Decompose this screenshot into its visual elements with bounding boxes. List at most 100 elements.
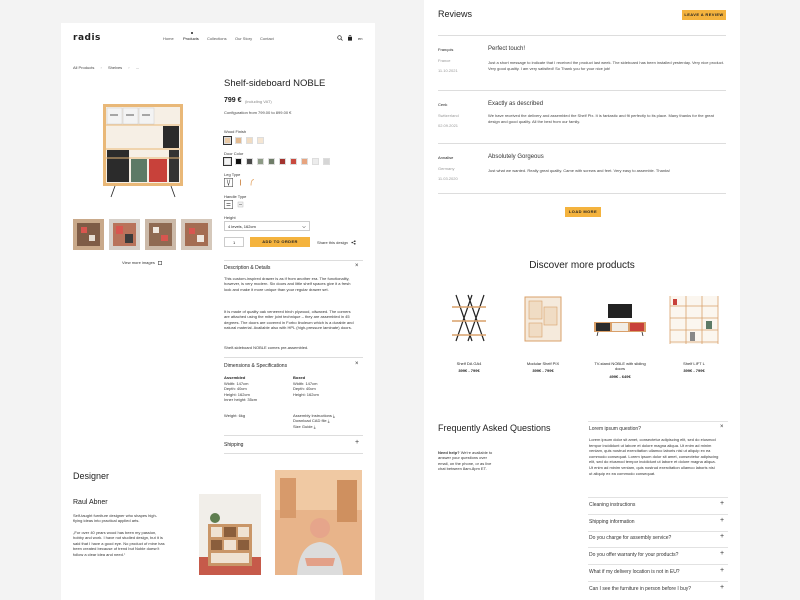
door-color-swatch[interactable] [223, 157, 232, 166]
leg-option-straight[interactable] [236, 178, 245, 187]
height-select-value: 4 levels, 162cm [228, 224, 256, 229]
wood-swatch[interactable] [223, 136, 232, 145]
faq-question[interactable]: Can I see the furniture in person before… [589, 586, 691, 592]
faq-question[interactable]: What if my delivery location is not in E… [589, 569, 680, 575]
product-price: 399€ - 799€ [458, 368, 480, 373]
plus-icon[interactable]: + [720, 584, 724, 591]
designer-name: Raul Abner [73, 499, 108, 506]
close-icon[interactable]: × [720, 424, 724, 430]
door-color-swatch[interactable] [257, 158, 264, 165]
nav-products[interactable]: Products [183, 32, 199, 41]
product-main-image[interactable] [101, 103, 185, 198]
faq-help-title: Need help? [438, 450, 460, 455]
door-color-swatch[interactable] [246, 158, 253, 165]
breadcrumb-shelves[interactable]: Shelves [108, 65, 122, 70]
door-color-label: Door Color [224, 151, 244, 156]
reviewer-name: Annalise [438, 155, 454, 160]
product-name[interactable]: Shelf DA GA4 [441, 361, 497, 366]
plus-icon[interactable]: + [720, 533, 724, 540]
product-image-tv-stand-noble[interactable] [592, 302, 648, 336]
height-label: Height [224, 215, 236, 220]
leave-review-button[interactable]: LEAVE A REVIEW [682, 10, 726, 20]
plus-icon[interactable]: + [720, 567, 724, 574]
share-link[interactable]: Share this design [317, 240, 356, 246]
product-name[interactable]: TV-stand NOBLE with sliding doors [590, 361, 650, 372]
door-color-swatch[interactable] [323, 158, 330, 165]
product-image-shelf-lift-l[interactable] [668, 294, 720, 346]
handle-option-1[interactable] [224, 200, 233, 209]
handle-option-2[interactable] [236, 200, 245, 209]
product-image-shelf-da-ga4[interactable] [448, 293, 490, 343]
quantity-stepper[interactable]: 1 [224, 237, 244, 247]
nav-home[interactable]: Home [163, 36, 174, 41]
thumbnail-2[interactable] [109, 219, 140, 250]
reviewer-name: François [438, 47, 454, 52]
divider [438, 143, 726, 144]
faq-question-open[interactable]: Lorem ipsum question? [589, 426, 641, 432]
designer-heading: Designer [73, 471, 110, 481]
dimensions-heading[interactable]: Dimensions & Specifications [224, 363, 287, 370]
cart-icon[interactable] [347, 35, 353, 41]
product-name[interactable]: Modular Shelf PIX [515, 361, 571, 366]
description-heading[interactable]: Description & Details [224, 265, 270, 272]
door-color-swatch[interactable] [268, 158, 275, 165]
breadcrumb-all-products[interactable]: All Products [73, 65, 94, 70]
plus-icon[interactable]: + [355, 439, 359, 446]
thumbnail-4[interactable] [181, 219, 212, 250]
plus-icon[interactable]: + [720, 500, 724, 507]
divider [588, 547, 728, 548]
handle-type-label: Handle Type [224, 194, 247, 199]
faq-question[interactable]: Shipping information [589, 519, 635, 525]
height-select[interactable]: 4 levels, 162cm [224, 221, 310, 231]
description-paragraph-3: Shelf-sideboard NOBLE comes pre-assemble… [224, 345, 309, 350]
product-price: 499€ - 649€ [609, 374, 631, 379]
door-color-swatch[interactable] [301, 158, 308, 165]
faq-heading: Frequently Asked Questions [438, 423, 551, 433]
divider [438, 193, 726, 194]
brand-logo[interactable]: radis [73, 33, 101, 43]
door-color-swatch[interactable] [235, 158, 242, 165]
close-icon[interactable]: × [355, 361, 359, 367]
divider [588, 514, 728, 515]
nav-contact[interactable]: Contact [260, 36, 274, 41]
product-title: Shelf-sideboard NOBLE [224, 78, 326, 89]
nav-collections[interactable]: Collections [207, 36, 227, 41]
leg-option-hairpin[interactable] [224, 178, 233, 187]
review-body: We have received the delivery and assemb… [488, 113, 714, 124]
search-icon[interactable] [337, 35, 343, 41]
wood-swatch[interactable] [257, 137, 264, 144]
review-body: Just what we wanted. Really great qualit… [488, 168, 671, 173]
language-switch[interactable]: en [358, 36, 362, 41]
review-title: Absolutely Gorgeous [488, 154, 544, 160]
review-date: 11.10.2021 [438, 68, 458, 73]
door-color-swatch[interactable] [290, 158, 297, 165]
add-to-order-button[interactable]: ADD TO ORDER [250, 237, 310, 247]
wood-swatch[interactable] [235, 137, 242, 144]
assembly-instructions-label: Assembly Instructions [293, 413, 332, 418]
product-name[interactable]: Shelf LIFT L [666, 361, 722, 366]
door-color-swatch[interactable] [279, 158, 286, 165]
plus-icon[interactable]: + [720, 550, 724, 557]
size-guide-link[interactable]: Size Guide ⤓ [293, 424, 335, 429]
leg-option-angled[interactable] [248, 178, 257, 187]
plus-icon[interactable]: + [720, 517, 724, 524]
view-more-images-link[interactable]: View more images [122, 260, 162, 265]
product-image-modular-shelf-pix[interactable] [521, 293, 565, 343]
thumbnail-1[interactable] [73, 219, 104, 250]
shipping-heading[interactable]: Shipping [224, 442, 243, 449]
close-icon[interactable]: × [355, 263, 359, 269]
load-more-button[interactable]: LOAD MORE [565, 207, 601, 217]
door-color-swatch[interactable] [312, 158, 319, 165]
reviews-and-more-panel: Reviews LEAVE A REVIEW François France 1… [424, 0, 740, 600]
divider [588, 581, 728, 582]
download-icon: ⤓ [327, 418, 330, 424]
faq-question[interactable]: Cleaning instructions [589, 502, 635, 508]
wood-swatch[interactable] [246, 137, 253, 144]
nav-our-story[interactable]: Our Story [235, 36, 252, 41]
config-range: Configuration from 799.00 to 899.00 € [224, 110, 292, 115]
faq-question[interactable]: Do you offer warranty for your products? [589, 552, 678, 558]
designer-bio: Self-taught furniture designer who shape… [73, 513, 158, 524]
faq-question[interactable]: Do you charge for assembly service? [589, 535, 671, 541]
designer-quote: „For over 40 years wood has been my pass… [73, 530, 165, 557]
thumbnail-3[interactable] [145, 219, 176, 250]
